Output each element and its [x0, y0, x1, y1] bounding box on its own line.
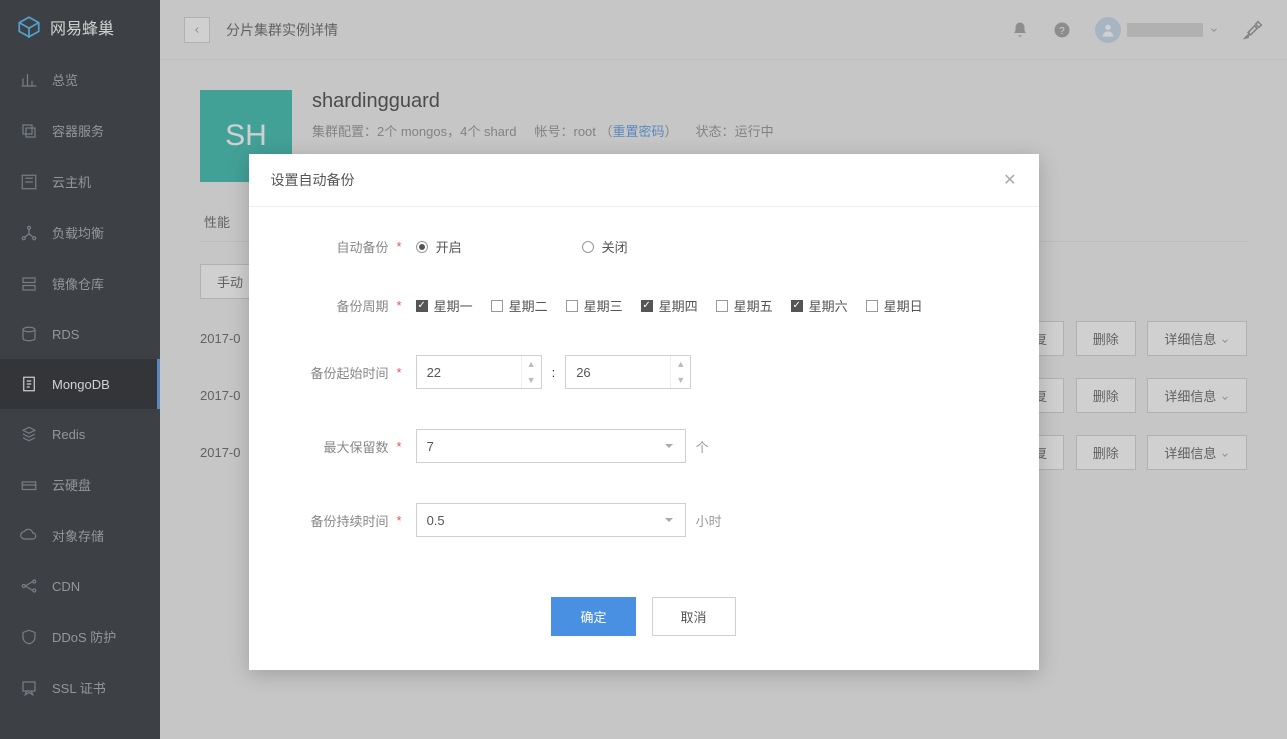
down-arrow-icon[interactable]: ▼ — [522, 372, 541, 388]
modal-overlay: 设置自动备份 ✕ 自动备份* 开启 关闭 备份周期* — [0, 0, 1287, 739]
retain-select[interactable]: 7 — [416, 429, 686, 463]
retain-value: 7 — [427, 439, 434, 454]
retain-label: 最大保留数 — [299, 437, 389, 456]
close-icon[interactable]: ✕ — [1003, 170, 1016, 190]
hour-input[interactable]: 22 ▲▼ — [416, 355, 542, 389]
checkbox-day-6[interactable]: 星期日 — [866, 296, 923, 315]
time-separator: : — [552, 365, 556, 380]
retain-unit: 个 — [696, 437, 709, 456]
check-icon — [566, 300, 578, 312]
up-arrow-icon[interactable]: ▲ — [671, 356, 690, 372]
day-label: 星期二 — [509, 296, 548, 315]
minute-value: 26 — [576, 365, 590, 380]
checkbox-day-3[interactable]: ✓ 星期四 — [641, 296, 698, 315]
confirm-button[interactable]: 确定 — [551, 597, 635, 636]
radio-off-label: 关闭 — [602, 237, 628, 256]
duration-label: 备份持续时间 — [299, 511, 389, 530]
start-time-label: 备份起始时间 — [299, 363, 389, 382]
checkbox-day-0[interactable]: ✓ 星期一 — [416, 296, 473, 315]
cancel-button[interactable]: 取消 — [652, 597, 736, 636]
day-label: 星期三 — [584, 296, 623, 315]
day-label: 星期日 — [884, 296, 923, 315]
checkbox-day-5[interactable]: ✓ 星期六 — [791, 296, 848, 315]
day-label: 星期四 — [659, 296, 698, 315]
check-icon: ✓ — [416, 300, 428, 312]
checkbox-day-1[interactable]: 星期二 — [491, 296, 548, 315]
checkbox-day-4[interactable]: 星期五 — [716, 296, 773, 315]
cycle-label: 备份周期 — [299, 296, 389, 315]
up-arrow-icon[interactable]: ▲ — [522, 356, 541, 372]
hour-value: 22 — [427, 365, 441, 380]
checkbox-day-2[interactable]: 星期三 — [566, 296, 623, 315]
duration-value: 0.5 — [427, 513, 445, 528]
radio-icon — [416, 241, 428, 253]
auto-backup-label: 自动备份 — [299, 237, 389, 256]
day-label: 星期一 — [434, 296, 473, 315]
radio-icon — [582, 241, 594, 253]
duration-unit: 小时 — [696, 511, 722, 530]
radio-off[interactable]: 关闭 — [582, 237, 628, 256]
radio-on[interactable]: 开启 — [416, 237, 462, 256]
radio-on-label: 开启 — [436, 237, 462, 256]
check-icon: ✓ — [641, 300, 653, 312]
day-label: 星期六 — [809, 296, 848, 315]
check-icon — [866, 300, 878, 312]
check-icon: ✓ — [791, 300, 803, 312]
check-icon — [716, 300, 728, 312]
day-label: 星期五 — [734, 296, 773, 315]
down-arrow-icon[interactable]: ▼ — [671, 372, 690, 388]
auto-backup-modal: 设置自动备份 ✕ 自动备份* 开启 关闭 备份周期* — [249, 154, 1039, 670]
check-icon — [491, 300, 503, 312]
duration-select[interactable]: 0.5 — [416, 503, 686, 537]
minute-input[interactable]: 26 ▲▼ — [565, 355, 691, 389]
modal-title: 设置自动备份 — [271, 170, 355, 190]
